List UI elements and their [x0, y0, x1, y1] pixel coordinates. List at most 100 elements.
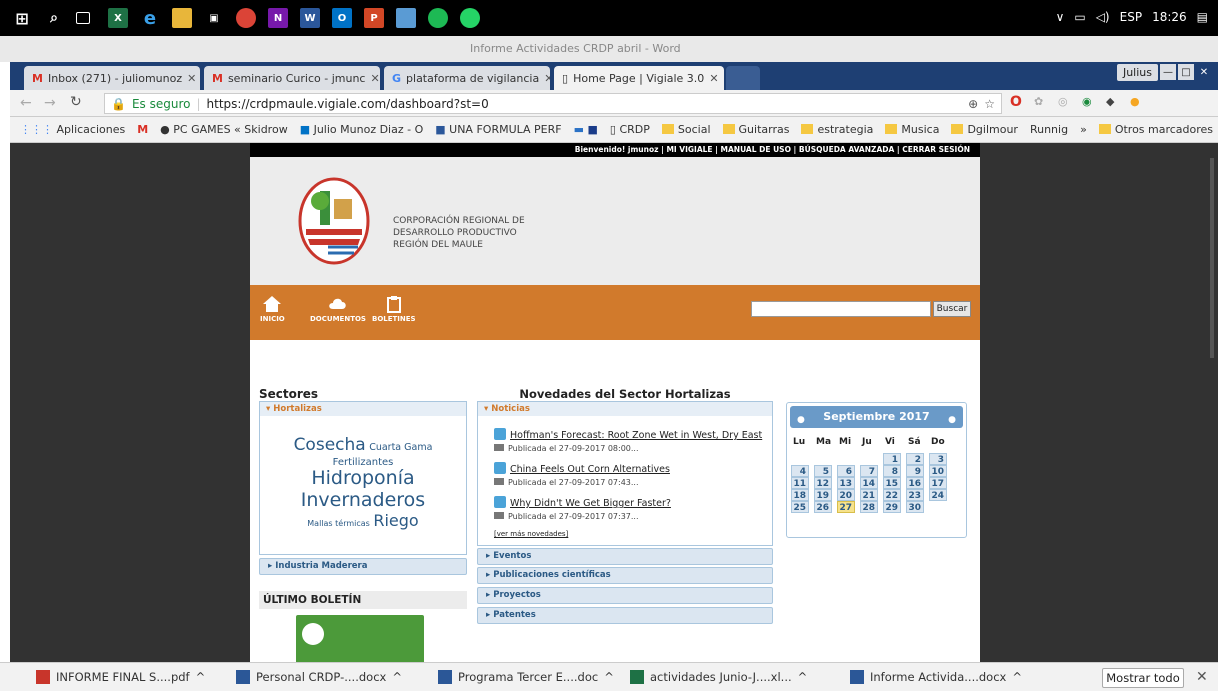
- news-title-link[interactable]: Hoffman's Forecast: Root Zone Wet in Wes…: [510, 430, 762, 441]
- prev-month-icon[interactable]: ●: [797, 409, 805, 431]
- close-icon[interactable]: ✕: [1196, 669, 1208, 685]
- download-item[interactable]: Personal CRDP-....docx ^: [236, 670, 402, 684]
- chevron-up-icon[interactable]: ^: [196, 670, 206, 684]
- bookmark-guitarras[interactable]: Guitarras: [722, 123, 789, 136]
- bookmark-musica[interactable]: Musica: [885, 123, 939, 136]
- bookmark-gmail[interactable]: M: [137, 123, 148, 136]
- news-title-link[interactable]: Why Didn't We Get Bigger Faster?: [510, 498, 671, 509]
- maximize-icon[interactable]: □: [1178, 64, 1194, 80]
- new-tab-button[interactable]: [726, 66, 760, 90]
- calendar-day[interactable]: 2: [906, 453, 924, 465]
- nav-boletines[interactable]: BOLETINES: [372, 295, 416, 323]
- calendar-day[interactable]: 15: [883, 477, 901, 489]
- whatsapp-taskbar-icon[interactable]: [460, 8, 480, 28]
- download-item[interactable]: Informe Activida....docx ^: [850, 670, 1022, 684]
- share-icon[interactable]: [494, 428, 506, 440]
- reload-icon[interactable]: ↻: [70, 94, 82, 110]
- chevron-up-icon[interactable]: ^: [1012, 670, 1022, 684]
- calendar-day[interactable]: 3: [929, 453, 947, 465]
- search-button[interactable]: Buscar: [933, 301, 971, 317]
- download-item[interactable]: actividades Junio-J....xl... ^: [630, 670, 807, 684]
- windows-start-icon[interactable]: ⊞: [12, 8, 32, 28]
- excel-taskbar-icon[interactable]: X: [108, 8, 128, 28]
- outlook-taskbar-icon[interactable]: O: [332, 8, 352, 28]
- chevron-up-icon[interactable]: ∨: [1056, 10, 1065, 24]
- calendar-day[interactable]: 4: [791, 465, 809, 477]
- volume-icon[interactable]: ◁): [1096, 10, 1110, 24]
- photos-taskbar-icon[interactable]: [396, 8, 416, 28]
- section-eventos[interactable]: ▸ Eventos: [477, 548, 773, 565]
- chrome-taskbar-icon[interactable]: [236, 8, 256, 28]
- chevron-up-icon[interactable]: ^: [798, 670, 808, 684]
- news-title-link[interactable]: China Feels Out Corn Alternatives: [510, 464, 670, 475]
- calendar-day[interactable]: 14: [860, 477, 878, 489]
- word-taskbar-icon[interactable]: W: [300, 8, 320, 28]
- calendar-day[interactable]: 29: [883, 501, 901, 513]
- scrollbar-thumb[interactable]: [1210, 158, 1214, 358]
- network-icon[interactable]: ▭: [1074, 10, 1085, 24]
- clock[interactable]: 18:26: [1152, 10, 1187, 24]
- share-icon[interactable]: [494, 462, 506, 474]
- tag-cosecha[interactable]: Cosecha: [294, 435, 366, 455]
- nav-documentos[interactable]: DOCUMENTOS: [310, 295, 366, 323]
- calendar-day[interactable]: 5: [814, 465, 832, 477]
- file-explorer-icon[interactable]: [172, 8, 192, 28]
- bookmark-social[interactable]: Social: [661, 123, 711, 136]
- calendar-day[interactable]: 20: [837, 489, 855, 501]
- task-view-icon[interactable]: [76, 12, 90, 24]
- spotify-taskbar-icon[interactable]: [428, 8, 448, 28]
- opera-extension-icon[interactable]: O: [1010, 94, 1022, 110]
- bookmark-dgilmour[interactable]: Dgilmour: [951, 123, 1018, 136]
- calendar-day[interactable]: 1: [883, 453, 901, 465]
- next-month-icon[interactable]: ●: [948, 409, 956, 431]
- notifications-icon[interactable]: ▤: [1197, 10, 1208, 24]
- onenote-taskbar-icon[interactable]: N: [268, 8, 288, 28]
- bookmark-pcgames[interactable]: ● PC GAMES « Skidrow: [160, 123, 288, 136]
- sector-industria-maderera[interactable]: ▸ Industria Maderera: [259, 558, 467, 575]
- calendar-day[interactable]: 21: [860, 489, 878, 501]
- star-icon[interactable]: ☆: [984, 97, 995, 111]
- back-icon[interactable]: ←: [20, 95, 32, 111]
- tag-mallas-termicas[interactable]: Mallas térmicas: [307, 519, 370, 528]
- calendar-day[interactable]: 17: [929, 477, 947, 489]
- url-text[interactable]: https://crdpmaule.vigiale.com/dashboard?…: [207, 97, 489, 111]
- calendar-day[interactable]: 22: [883, 489, 901, 501]
- calendar-day[interactable]: 19: [814, 489, 832, 501]
- download-item[interactable]: INFORME FINAL S....pdf ^: [36, 670, 205, 684]
- powerpoint-taskbar-icon[interactable]: P: [364, 8, 384, 28]
- share-icon[interactable]: [494, 496, 506, 508]
- tag-invernaderos[interactable]: Invernaderos: [301, 489, 425, 511]
- ver-mas-link[interactable]: [ver más novedades]: [494, 530, 568, 538]
- extension-icon[interactable]: ✿: [1034, 95, 1043, 108]
- minimize-icon[interactable]: —: [1160, 64, 1176, 80]
- calendar-day[interactable]: 9: [906, 465, 924, 477]
- tab-vigiale[interactable]: ▯ Home Page | Vigiale 3.0 ✕: [554, 66, 724, 90]
- omnibox[interactable]: 🔒 Es seguro | https://crdpmaule.vigiale.…: [104, 93, 1002, 114]
- store-icon[interactable]: ▣: [204, 8, 224, 28]
- close-icon[interactable]: ✕: [544, 72, 550, 85]
- forward-icon[interactable]: →: [44, 95, 56, 111]
- tab-inbox[interactable]: M Inbox (271) - juliomunoz ✕: [24, 66, 200, 90]
- language-indicator[interactable]: ESP: [1120, 10, 1142, 24]
- bookmark-formula[interactable]: ■ UNA FORMULA PERF: [435, 123, 561, 136]
- section-proyectos[interactable]: ▸ Proyectos: [477, 587, 773, 604]
- calendar-day[interactable]: 27: [837, 501, 855, 513]
- calendar-day[interactable]: 6: [837, 465, 855, 477]
- show-all-downloads-button[interactable]: Mostrar todo: [1102, 668, 1184, 688]
- search-icon[interactable]: ⌕: [44, 8, 64, 28]
- tab-seminario[interactable]: M seminario Curico - jmunc ✕: [204, 66, 380, 90]
- calendar-day[interactable]: 8: [883, 465, 901, 477]
- tag-hidroponia[interactable]: Hidroponía: [311, 467, 414, 489]
- bookmark-overflow[interactable]: »: [1080, 123, 1087, 136]
- section-patentes[interactable]: ▸ Patentes: [477, 607, 773, 624]
- bookmark-runnig[interactable]: Runnig: [1030, 123, 1068, 136]
- bookmark-crdp[interactable]: ▯ CRDP: [610, 123, 650, 136]
- calendar-day[interactable]: 23: [906, 489, 924, 501]
- tag-cuarta-gama[interactable]: Cuarta Gama: [369, 442, 432, 453]
- chevron-up-icon[interactable]: ^: [392, 670, 402, 684]
- calendar-day[interactable]: 10: [929, 465, 947, 477]
- tab-plataforma[interactable]: G plataforma de vigilancia ✕: [384, 66, 550, 90]
- close-icon[interactable]: ✕: [709, 72, 718, 85]
- search-input[interactable]: [751, 301, 931, 317]
- calendar-day[interactable]: 28: [860, 501, 878, 513]
